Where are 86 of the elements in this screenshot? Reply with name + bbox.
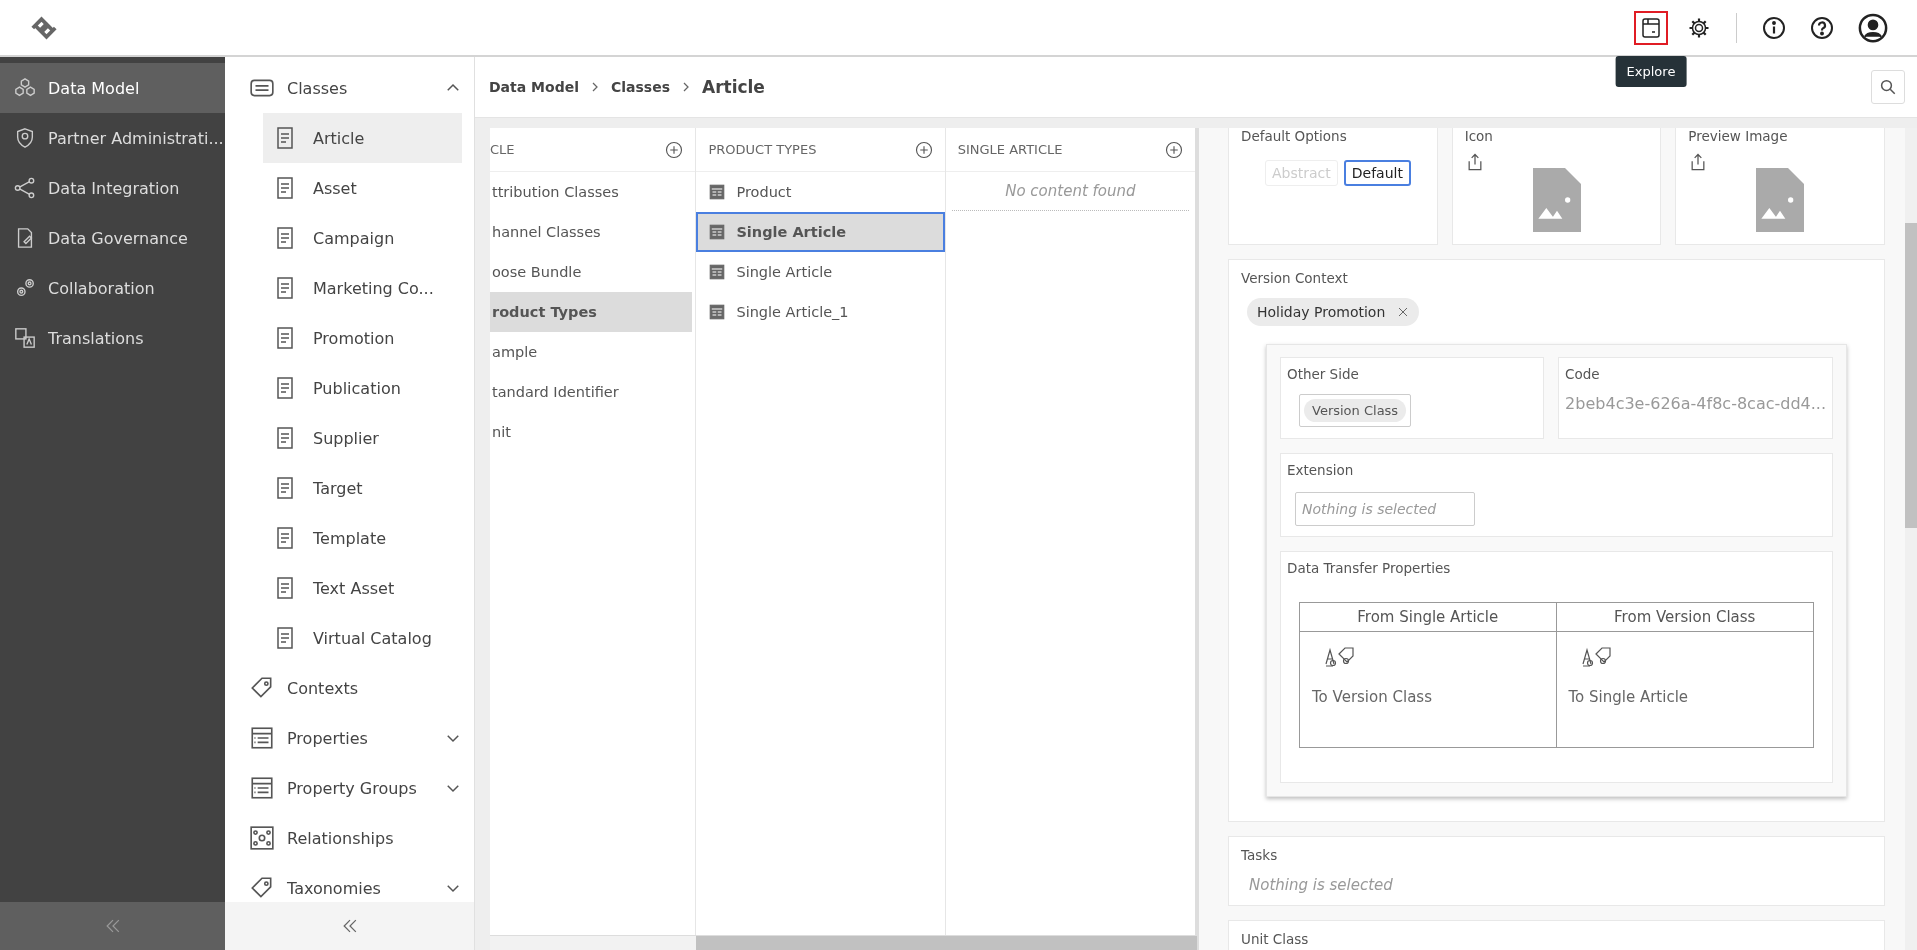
- field-label: Extension: [1287, 462, 1355, 478]
- close-icon[interactable]: [1397, 306, 1410, 318]
- empty-message: No content found: [951, 172, 1189, 211]
- list-item[interactable]: Single Article: [696, 212, 945, 252]
- tree-item[interactable]: Marketing Co...: [263, 263, 462, 313]
- nav-item[interactable]: Partner Administrati...: [0, 113, 225, 163]
- list-item[interactable]: Single Article: [696, 252, 945, 292]
- list-item[interactable]: Single Article_1: [696, 292, 945, 332]
- field-label: Tasks: [1241, 847, 1279, 863]
- column-header: From Version Class: [1556, 603, 1813, 632]
- table-icon: [708, 303, 727, 321]
- field-label: Unit Class: [1241, 931, 1310, 947]
- list-item[interactable]: ample: [490, 332, 693, 372]
- field-value: 2beb4c3e-626a-4f8c-8cac-dd4...: [1565, 393, 1826, 413]
- tree-item[interactable]: Supplier: [263, 413, 462, 463]
- list-item[interactable]: ttribution Classes: [490, 172, 693, 212]
- list-item[interactable]: Product: [696, 172, 945, 212]
- help-icon: [1810, 15, 1834, 40]
- search-icon: [1879, 78, 1897, 96]
- tree-item[interactable]: Property Groups: [249, 763, 462, 813]
- column-header: CLE: [490, 142, 515, 157]
- nav-item[interactable]: Data Integration: [0, 163, 225, 213]
- search-button[interactable]: [1871, 70, 1905, 104]
- list-item[interactable]: hannel Classes: [490, 212, 693, 252]
- page-title: Article: [701, 77, 765, 97]
- cubes-icon: [14, 77, 36, 99]
- add-icon[interactable]: [665, 140, 684, 159]
- shield-icon: [14, 127, 36, 149]
- explore-icon: [1639, 15, 1663, 40]
- list-item[interactable]: roduct Types: [490, 292, 693, 332]
- select-field[interactable]: Nothing is selected: [1295, 492, 1475, 526]
- nav-item[interactable]: Translations: [0, 313, 225, 363]
- breadcrumb-link[interactable]: Data Model: [489, 79, 579, 95]
- list-item[interactable]: oose Bundle: [490, 252, 693, 292]
- nav-item[interactable]: Data Model: [0, 63, 225, 113]
- field-label: Preview Image: [1688, 128, 1789, 144]
- nav-item[interactable]: Data Governance: [0, 213, 225, 263]
- select-field[interactable]: Nothing is selected: [1247, 875, 1551, 895]
- scrollbar-thumb[interactable]: [1905, 223, 1917, 528]
- table-icon: [708, 263, 727, 281]
- tree-item[interactable]: Article: [263, 113, 462, 163]
- gears-icon: [14, 277, 36, 299]
- field-label: Default Options: [1241, 128, 1348, 144]
- column-header: SINGLE ARTICLE: [957, 142, 1063, 157]
- info-icon: [1762, 15, 1786, 40]
- tree-item[interactable]: Taxonomies: [249, 863, 462, 902]
- tree-item[interactable]: Asset: [263, 163, 462, 213]
- tree-item[interactable]: Promotion: [263, 313, 462, 363]
- column-header: From Single Article: [1300, 603, 1557, 632]
- table-icon: [249, 725, 275, 751]
- nav-item[interactable]: Collaboration: [0, 263, 225, 313]
- table-icon: [249, 775, 275, 801]
- tag-chip[interactable]: Holiday Promotion: [1247, 298, 1420, 326]
- table-icon: [708, 223, 727, 241]
- tree-item[interactable]: Virtual Catalog: [263, 613, 462, 663]
- tree-item[interactable]: Template: [263, 513, 462, 563]
- field-label: Other Side: [1287, 366, 1360, 382]
- add-icon[interactable]: [914, 140, 933, 159]
- tree-item[interactable]: Text Asset: [263, 563, 462, 613]
- list-item[interactable]: tandard Identifier: [490, 372, 693, 412]
- user-icon: [1858, 12, 1888, 43]
- tree-item[interactable]: Target: [263, 463, 462, 513]
- cell-text: To Version Class: [1312, 688, 1433, 706]
- tree-item[interactable]: Classes: [249, 63, 462, 113]
- table-icon: [708, 183, 727, 201]
- network-icon: [249, 825, 275, 851]
- tree-item[interactable]: Campaign: [263, 213, 462, 263]
- tree-item[interactable]: Publication: [263, 363, 462, 413]
- scrollbar-thumb[interactable]: [696, 936, 1197, 950]
- explore-button[interactable]: [1634, 10, 1668, 45]
- breadcrumb-link[interactable]: Classes: [610, 79, 670, 95]
- tree-item[interactable]: Contexts: [249, 663, 462, 713]
- cell-text: To Single Article: [1568, 688, 1690, 706]
- list-item[interactable]: nit: [490, 412, 693, 452]
- add-icon[interactable]: [1165, 140, 1183, 159]
- option-button[interactable]: Default: [1343, 160, 1411, 186]
- tree-item[interactable]: Properties: [249, 713, 462, 763]
- field-label: Icon: [1464, 128, 1494, 144]
- field-label: Version Context: [1241, 270, 1349, 286]
- field-label: Code: [1565, 366, 1601, 382]
- field-label: Data Transfer Properties: [1287, 560, 1452, 576]
- nodes-icon: [14, 177, 36, 199]
- tooltip: Explore: [1615, 55, 1687, 87]
- tree-item[interactable]: Relationships: [249, 813, 462, 863]
- translate-icon: [14, 327, 36, 349]
- column-header: PRODUCT TYPES: [708, 142, 817, 157]
